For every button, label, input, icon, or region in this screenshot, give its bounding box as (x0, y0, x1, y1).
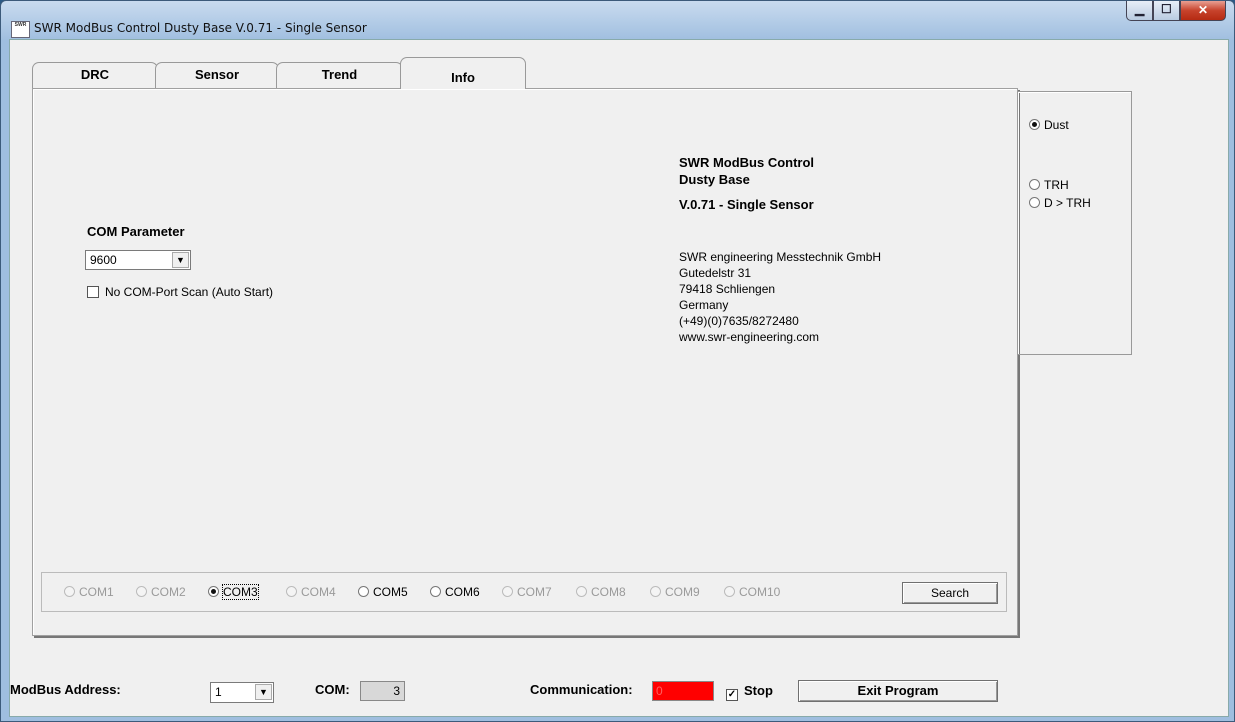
product-name-line2: Dusty Base (679, 172, 750, 187)
company-country: Germany (679, 298, 729, 312)
radio-icon (502, 586, 513, 597)
stop-checkbox[interactable]: ✓ Stop (726, 683, 773, 701)
com-port-label: COM6 (445, 585, 480, 599)
communication-indicator: 0 (652, 681, 714, 701)
com-port-label: COM3 (222, 584, 259, 600)
com-port-label: COM2 (151, 585, 186, 599)
maximize-icon: ☐ (1161, 2, 1172, 16)
com-port-group: COM1 COM2 COM3 COM4 COM5 COM6 COM7 COM8 … (41, 572, 1007, 612)
minimize-button[interactable]: ▁ (1126, 1, 1153, 21)
company-city: 79418 Schliengen (679, 282, 776, 296)
info-panel: COM Parameter 9600 ▼ No COM-Port Scan (A… (32, 88, 1018, 636)
mode-dust-label: Dust (1044, 118, 1069, 132)
tab-drc[interactable]: DRC (32, 62, 158, 88)
product-name-line1: SWR ModBus Control (679, 155, 815, 170)
app-icon: SWR (11, 21, 30, 38)
com-port-label: COM4 (301, 585, 336, 599)
close-button[interactable]: ✕ (1180, 1, 1226, 21)
close-icon: ✕ (1198, 3, 1209, 17)
company-street: Gutedelstr 31 (679, 266, 752, 280)
radio-icon (1029, 197, 1040, 208)
com-port-com2[interactable]: COM2 (136, 585, 186, 599)
company-phone: (+49)(0)7635/8272480 (679, 314, 799, 328)
search-button[interactable]: Search (902, 582, 998, 604)
radio-icon (430, 586, 441, 597)
com-label: COM: (315, 682, 350, 697)
com-port-label: COM8 (591, 585, 626, 599)
com-port-com5[interactable]: COM5 (358, 585, 408, 599)
tab-trend[interactable]: Trend (276, 62, 403, 88)
radio-icon (286, 586, 297, 597)
mode-group: Dust TRH D > TRH (1017, 91, 1132, 355)
communication-label: Communication: (530, 682, 633, 697)
radio-icon (1029, 119, 1040, 130)
no-com-scan-checkbox[interactable]: No COM-Port Scan (Auto Start) (87, 285, 273, 299)
chevron-down-icon: ▼ (255, 684, 272, 700)
baud-rate-value: 9600 (90, 253, 117, 267)
com-port-com3[interactable]: COM3 (208, 584, 259, 600)
com-port-com10[interactable]: COM10 (724, 585, 780, 599)
minimize-icon: ▁ (1135, 2, 1145, 16)
no-com-scan-label: No COM-Port Scan (Auto Start) (105, 285, 274, 299)
chevron-down-icon: ▼ (172, 252, 189, 268)
client-area: DRC Sensor Trend Info COM Parameter 9600… (9, 39, 1229, 717)
radio-icon (576, 586, 587, 597)
tab-info[interactable]: Info (400, 57, 526, 89)
radio-icon (208, 586, 219, 597)
checkbox-checked-icon: ✓ (726, 689, 738, 701)
com-number-field: 3 (360, 681, 405, 701)
com-port-label: COM1 (79, 585, 114, 599)
window-title: SWR ModBus Control Dusty Base V.0.71 - S… (34, 21, 367, 35)
main-window: SWR SWR ModBus Control Dusty Base V.0.71… (0, 0, 1235, 722)
com-port-com6[interactable]: COM6 (430, 585, 480, 599)
mode-dust-radio[interactable]: Dust (1029, 118, 1069, 132)
version-label: V.0.71 - Single Sensor (679, 197, 814, 212)
com-port-label: COM10 (739, 585, 781, 599)
com-parameter-label: COM Parameter (87, 224, 185, 239)
exit-program-button[interactable]: Exit Program (798, 680, 998, 702)
mode-trh-radio[interactable]: TRH (1029, 178, 1069, 192)
com-port-label: COM5 (373, 585, 408, 599)
stop-label: Stop (744, 683, 773, 698)
baud-rate-select[interactable]: 9600 ▼ (85, 250, 191, 270)
com-port-com8[interactable]: COM8 (576, 585, 626, 599)
company-website: www.swr-engineering.com (679, 330, 820, 344)
radio-icon (136, 586, 147, 597)
modbus-address-label: ModBus Address: (10, 682, 121, 697)
com-port-com4[interactable]: COM4 (286, 585, 336, 599)
mode-d-trh-label: D > TRH (1044, 196, 1091, 210)
company-name: SWR engineering Messtechnik GmbH (679, 250, 882, 264)
radio-icon (650, 586, 661, 597)
radio-icon (724, 586, 735, 597)
com-port-com7[interactable]: COM7 (502, 585, 552, 599)
radio-icon (1029, 179, 1040, 190)
mode-d-trh-radio[interactable]: D > TRH (1029, 196, 1091, 210)
com-port-label: COM7 (517, 585, 552, 599)
modbus-address-value: 1 (215, 685, 222, 699)
maximize-button[interactable]: ☐ (1153, 1, 1180, 21)
title-bar[interactable]: SWR SWR ModBus Control Dusty Base V.0.71… (1, 1, 1234, 39)
com-port-label: COM9 (665, 585, 700, 599)
checkbox-box (87, 286, 99, 298)
tab-sensor[interactable]: Sensor (155, 62, 279, 88)
com-port-com1[interactable]: COM1 (64, 585, 114, 599)
com-port-com9[interactable]: COM9 (650, 585, 700, 599)
modbus-address-select[interactable]: 1 ▼ (210, 682, 274, 703)
radio-icon (358, 586, 369, 597)
mode-trh-label: TRH (1044, 178, 1069, 192)
radio-icon (64, 586, 75, 597)
